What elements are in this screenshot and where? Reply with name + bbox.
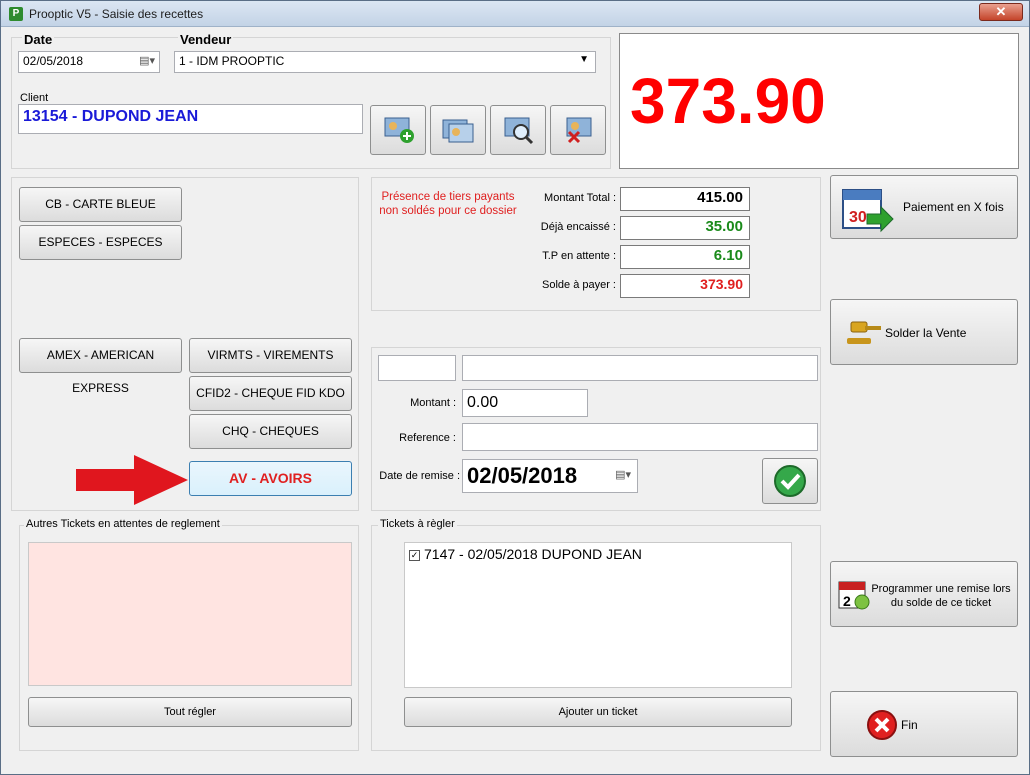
virmts-button[interactable]: VIRMTS - VIREMENTS [189,338,352,373]
ticket-label: 7147 - 02/05/2018 DUPOND JEAN [424,546,642,562]
paiement-x-fois-label: Paiement en X fois [903,200,1004,214]
tickets-list: ✓ 7147 - 02/05/2018 DUPOND JEAN [404,542,792,688]
tickets-title: Tickets à règler [378,518,457,530]
cb-button[interactable]: CB - CARTE BLEUE [19,187,182,222]
tp-attente-label: T.P en attente : [542,250,616,262]
total-display: 373.90 [619,33,1019,169]
date-picker[interactable]: 02/05/2018 ▤▾ [18,51,160,73]
especes-button[interactable]: ESPECES - ESPECES [19,225,182,260]
reference-label: Reference : [399,432,456,444]
fin-button[interactable]: Fin [830,691,1018,757]
tp-attente-value: 6.10 [620,245,750,269]
vendeur-value: 1 - IDM PROOPTIC [179,54,285,68]
checkbox[interactable]: ✓ [409,549,420,561]
delete-client-icon [566,117,592,144]
calendar-dropdown-icon[interactable]: ▤▾ [139,54,155,67]
header-panel: Date 02/05/2018 ▤▾ Vendeur 1 - IDM PROOP… [11,32,611,169]
date-remise-value: 02/05/2018 [467,463,578,488]
calendar-clock-icon: 2 [838,581,870,610]
reference-input[interactable] [462,423,818,451]
amex-button[interactable]: AMEX - AMERICAN EXPRESS [19,338,182,395]
gavel-icon [847,321,881,344]
app-icon: P [9,7,23,21]
solde-value: 373.90 [620,274,750,298]
cfid2-button[interactable]: CFID2 - CHEQUE FID KDO [189,376,352,411]
programmer-remise-button[interactable]: 2 Programmer une remise lors du solde de… [830,561,1018,627]
autres-tickets-title: Autres Tickets en attentes de reglement [24,518,222,530]
tickets-panel: Tickets à règler ✓ 7147 - 02/05/2018 DUPO… [371,518,821,751]
paiement-x-fois-button[interactable]: 30 Paiement en X fois [830,175,1018,239]
autres-tickets-list[interactable] [28,542,352,686]
svg-text:2: 2 [843,593,851,609]
programmer-remise-label: Programmer une remise lors du solde de c… [871,583,1011,609]
payment-modes-panel: CB - CARTE BLEUE ESPECES - ESPECES AMEX … [11,177,359,511]
ajouter-ticket-button[interactable]: Ajouter un ticket [404,697,792,727]
avoirs-button[interactable]: AV - AVOIRS [189,461,352,496]
montant-label: Montant : [410,397,456,409]
autres-tickets-panel: Autres Tickets en attentes de reglement … [19,518,359,751]
date-remise-label: Date de remise : [379,470,460,482]
solde-label: Solde à payer : [542,279,616,291]
add-client-icon [384,117,414,143]
tiers-payants-notice: Présence de tiers payants non soldés pou… [379,191,517,217]
mode-code-field[interactable] [378,355,456,381]
entry-panel: Montant : 0.00 Reference : Date de remis… [371,347,821,511]
deja-encaisse-value: 35.00 [620,216,750,240]
chq-button[interactable]: CHQ - CHEQUES [189,414,352,449]
solder-vente-label: Solder la Vente [885,326,967,340]
window-title: Prooptic V5 - Saisie des recettes [29,7,204,21]
client-label: Client [20,92,49,104]
client-field[interactable]: 13154 - DUPOND JEAN [18,104,363,134]
close-button[interactable]: ✕ [979,3,1023,21]
svg-text:30: 30 [849,209,867,226]
tout-regler-button[interactable]: Tout régler [28,697,352,727]
delete-client-button[interactable] [550,105,606,155]
calendar-arrow-icon: 30 [842,189,894,233]
red-arrow-icon [76,455,188,505]
list-item[interactable]: ✓ 7147 - 02/05/2018 DUPOND JEAN [409,546,642,562]
search-client-icon [504,117,534,145]
montant-total-value: 415.00 [620,187,750,211]
vendeur-select[interactable]: 1 - IDM PROOPTIC ▼ [174,51,596,73]
vendeur-label: Vendeur [178,32,234,47]
validate-button[interactable] [762,458,818,504]
mode-label-field[interactable] [462,355,818,381]
close-icon [867,710,897,740]
deja-encaisse-label: Déjà encaissé : [540,221,616,233]
client-card-button[interactable] [430,105,486,155]
montant-input[interactable]: 0.00 [462,389,588,417]
date-remise-picker[interactable]: 02/05/2018 ▤▾ [462,459,638,493]
check-icon [774,465,806,497]
solder-vente-button[interactable]: Solder la Vente [830,299,1018,365]
main-window: P Prooptic V5 - Saisie des recettes ✕ Da… [0,0,1030,775]
totals-panel: Présence de tiers payants non soldés pou… [371,177,821,311]
total-display-value: 373.90 [630,65,826,137]
add-client-button[interactable] [370,105,426,155]
date-value: 02/05/2018 [23,54,84,68]
fin-label: Fin [901,718,918,732]
client-card-icon [442,119,474,143]
calendar-dropdown-icon[interactable]: ▤▾ [615,468,631,481]
chevron-down-icon: ▼ [579,54,589,65]
date-label: Date [22,32,55,47]
search-client-button[interactable] [490,105,546,155]
montant-total-label: Montant Total : [544,192,616,204]
title-bar: P Prooptic V5 - Saisie des recettes ✕ [1,1,1029,27]
